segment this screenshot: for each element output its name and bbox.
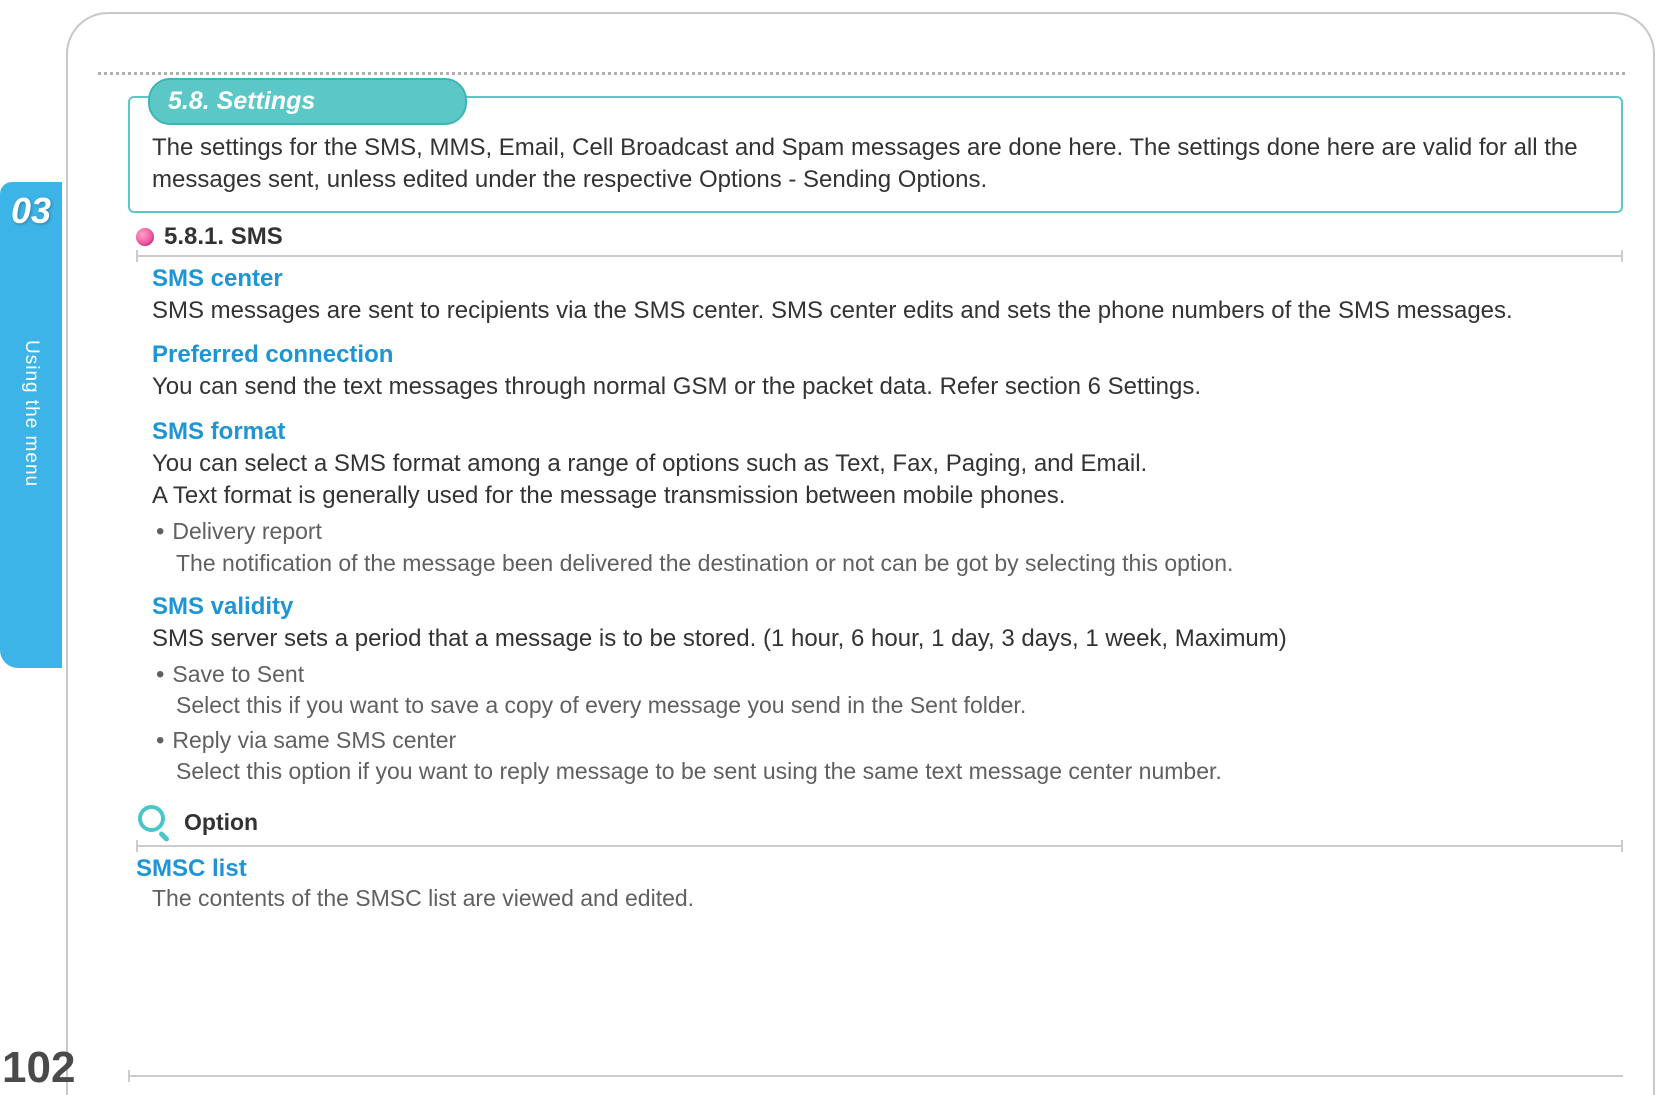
magnifier-icon	[136, 803, 174, 841]
sub-bullet-body: The notification of the message been del…	[156, 548, 1583, 579]
topic-body: SMS server sets a period that a message …	[152, 623, 1583, 655]
bullet-icon	[136, 228, 154, 246]
smsc-heading: SMSC list	[136, 855, 1623, 883]
topic-body: SMS messages are sent to recipients via …	[152, 295, 1583, 327]
topic-heading: SMS validity	[152, 593, 1583, 621]
divider	[136, 255, 1623, 257]
sidebar-title-tab: Using the menu	[0, 248, 62, 668]
sidebar-chapter-tab: 03	[0, 182, 62, 252]
topic-heading: SMS center	[152, 265, 1583, 293]
topic-heading: SMS format	[152, 418, 1583, 446]
chapter-title: Using the menu	[20, 248, 42, 487]
chapter-number: 03	[11, 190, 51, 232]
section-title-tab: 5.8. Settings	[148, 78, 467, 125]
section-box: 5.8. Settings The settings for the SMS, …	[128, 96, 1623, 213]
option-label: Option	[184, 809, 258, 836]
topic-sms-validity: SMS validity SMS server sets a period th…	[152, 593, 1583, 788]
sub-bullet: • Save to Sent Select this if you want t…	[152, 659, 1583, 721]
content-area: 5.8. Settings The settings for the SMS, …	[128, 96, 1623, 912]
section-intro: The settings for the SMS, MMS, Email, Ce…	[152, 132, 1599, 197]
sub-bullet-title: Reply via same SMS center	[172, 725, 456, 756]
sub-bullet-title: Delivery report	[172, 516, 322, 547]
bullet-dot-icon: •	[156, 725, 164, 756]
topic-body: You can send the text messages through n…	[152, 371, 1583, 403]
topic-preferred-connection: Preferred connection You can send the te…	[152, 341, 1583, 403]
page-number: 102	[2, 1043, 75, 1093]
sub-bullet-body: Select this option if you want to reply …	[156, 756, 1583, 787]
bullet-dot-icon: •	[156, 516, 164, 547]
sub-bullet-title: Save to Sent	[172, 659, 304, 690]
topic-sms-center: SMS center SMS messages are sent to reci…	[152, 265, 1583, 327]
sub-bullet: • Reply via same SMS center Select this …	[152, 725, 1583, 787]
dotted-separator	[98, 72, 1625, 75]
topic-heading: Preferred connection	[152, 341, 1583, 369]
smsc-body: The contents of the SMSC list are viewed…	[152, 885, 1623, 912]
option-header: Option	[136, 803, 1623, 841]
bullet-dot-icon: •	[156, 659, 164, 690]
footer-divider	[128, 1075, 1623, 1077]
topic-body-line1: You can select a SMS format among a rang…	[152, 448, 1583, 480]
body-block: SMS center SMS messages are sent to reci…	[152, 265, 1583, 788]
sub-bullet: • Delivery report The notification of th…	[152, 516, 1583, 578]
sub-bullet-body: Select this if you want to save a copy o…	[156, 690, 1583, 721]
subsection-title: 5.8.1. SMS	[164, 223, 283, 251]
subsection-header: 5.8.1. SMS	[136, 223, 1623, 251]
topic-sms-format: SMS format You can select a SMS format a…	[152, 418, 1583, 579]
divider	[136, 845, 1623, 847]
topic-body-line2: A Text format is generally used for the …	[152, 480, 1583, 512]
